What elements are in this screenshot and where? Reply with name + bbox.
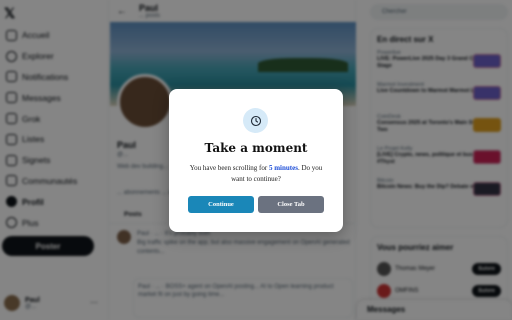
dialog-title: Take a moment xyxy=(204,141,308,155)
message-duration: 5 minutes xyxy=(268,164,298,172)
scroll-reminder-dialog: Take a moment You have been scrolling fo… xyxy=(169,89,343,232)
message-prefix: You have been scrolling for xyxy=(189,164,269,172)
clock-icon xyxy=(243,108,268,133)
continue-button[interactable]: Continue xyxy=(188,196,254,213)
dialog-message: You have been scrolling for 5 minutes. D… xyxy=(183,163,329,185)
close-tab-button[interactable]: Close Tab xyxy=(258,196,324,213)
